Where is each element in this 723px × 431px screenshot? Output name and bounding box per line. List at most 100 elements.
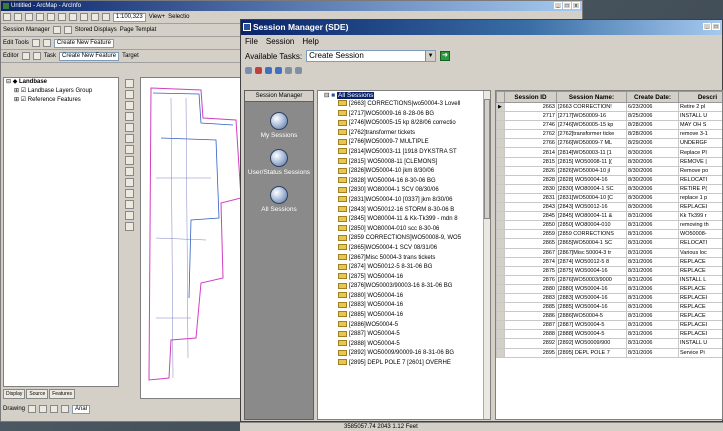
header-create-date[interactable]: Create Date: (626, 91, 679, 103)
stored-displays-menu[interactable]: Stored Displays (75, 27, 117, 33)
tree-scrollbar[interactable] (483, 91, 490, 419)
minimize-icon[interactable]: _ (703, 23, 711, 30)
share-session-icon[interactable] (275, 66, 282, 74)
tree-item[interactable]: [2885] WO50004-16 (318, 311, 490, 321)
tree-item[interactable]: [2826]WO50004-10 jkm 8/30/06 (318, 167, 490, 177)
cut-icon[interactable] (47, 13, 55, 21)
refresh-icon[interactable] (63, 26, 72, 34)
toc-item-reference-features[interactable]: ⊞ ☑ Reference Features (4, 96, 118, 105)
tree-item[interactable]: [2880] WO50004-16 (318, 292, 490, 302)
session-icon[interactable] (52, 26, 61, 34)
map-display[interactable] (140, 77, 245, 399)
full-extent-icon[interactable] (124, 134, 134, 143)
table-row[interactable]: 2843 [2843] WO50012-16 8/30/2006 REPLACEI (496, 202, 722, 213)
selection-menu[interactable]: Selectio (168, 14, 189, 20)
minimize-icon[interactable]: _ (554, 2, 562, 9)
table-row[interactable]: 2886 [2886]WO50004-5 8/31/2006 REPLACE (496, 311, 722, 322)
hyperlink-icon[interactable] (124, 222, 134, 231)
scroll-thumb[interactable] (484, 99, 490, 219)
font-dropdown[interactable]: Arial (72, 404, 91, 414)
create-feature-dropdown[interactable]: Create New Feature (53, 38, 114, 48)
tree-item[interactable]: [2762]transformer tickets (318, 129, 490, 139)
tree-item[interactable]: [2746]WO50005-15 kp 8/28/06 correctio (318, 119, 490, 129)
tree-item[interactable]: [2865]WO50004-1 SCV 08/31/06 (318, 244, 490, 254)
table-row[interactable]: 2876 [2876]WO50003/9000 8/31/2006 INSTALL L (496, 274, 722, 285)
tree-root[interactable]: ⊟ ■ All Sessions (318, 91, 490, 100)
table-row[interactable]: 2859 [2859 CORRECTIONS 8/31/2006 WO50008- (496, 229, 722, 240)
create-session-icon[interactable] (255, 66, 262, 74)
table-row[interactable]: 2830 [2830] WO80004-1 SC 8/30/2006 RETIRE P… (496, 183, 722, 194)
all-sessions-button[interactable]: All Sessions (245, 186, 313, 213)
tree-item[interactable]: [2815] WO50008-11 [CLEMONS] (318, 157, 490, 168)
table-row[interactable]: 2828 [2828] WO50004-16 8/30/2006 RELOCATI (496, 174, 722, 185)
session-tool-icon[interactable] (245, 66, 252, 74)
tree-item[interactable]: [2859 CORRECTIONS]WO50008-9, WO5 (318, 234, 490, 244)
back-extent-icon[interactable] (124, 145, 134, 154)
chevron-down-icon[interactable]: ▼ (425, 51, 436, 61)
toc-item-landbase[interactable]: ⊟ ◆ Landbase (4, 78, 118, 87)
new-icon[interactable] (3, 13, 11, 21)
toc-item-landbase-layers[interactable]: ⊞ ☑ Landbase Layers Group (4, 87, 118, 96)
table-row[interactable]: 2831 [2831]WO50004-10 [C 8/30/2006 replace … (496, 192, 722, 204)
tree-item[interactable]: [2875] WO50004-16 (318, 273, 490, 283)
measure-icon[interactable] (124, 211, 134, 220)
maximize-icon[interactable]: □ (563, 2, 571, 9)
menu-help[interactable]: Help (302, 35, 318, 48)
menu-file[interactable]: File (245, 35, 258, 48)
table-row[interactable]: 2885 [2885] WO50004-16 8/31/2006 REPLACE (496, 302, 722, 313)
open-session-icon[interactable] (265, 66, 272, 74)
page-template-menu[interactable]: Page Templat (120, 27, 157, 33)
table-row[interactable]: 2850 [2850] WO80004-010 8/31/2006 removing … (496, 220, 722, 231)
rectangle-icon[interactable] (50, 405, 59, 413)
tree-item[interactable]: [2843] WO50012-16 STORM 8-30-06 B (318, 205, 490, 216)
table-row[interactable]: 2867 [2867]Misc 50004-3 tr 8/31/2006 Variou… (496, 247, 722, 258)
tree-item[interactable]: [2830] WO80004-1 SCV 08/30/06 (318, 186, 490, 196)
tree-item[interactable]: [2887] WO50004-5 (318, 330, 490, 340)
rotate-icon[interactable] (39, 405, 48, 413)
select-elements-icon[interactable] (124, 178, 134, 187)
table-row[interactable]: 2826 [2826]WO50004-10 jl 8/30/2006 Remove p… (496, 165, 722, 176)
print-icon[interactable] (36, 13, 44, 21)
zoom-in-icon[interactable] (124, 79, 134, 88)
forward-extent-icon[interactable] (124, 156, 134, 165)
tree-item[interactable]: [2845] WO80004-11 & Kk-Tk399 - mdn 8 (318, 215, 490, 225)
table-row[interactable]: 2762 [2762]transformer ticke 8/28/2006 remo… (496, 129, 722, 140)
table-row[interactable]: 2892 [2892] WO50009/900 8/31/2006 INSTALL U (496, 338, 722, 349)
find-icon[interactable] (124, 200, 134, 209)
header-description[interactable]: Descri (678, 91, 722, 103)
fixed-zoom-out-icon[interactable] (124, 112, 134, 121)
table-row[interactable]: ▶ 2663 [2663 CORRECTION! 6/23/2006 Retire 2 … (496, 101, 722, 113)
table-row[interactable]: 2845 [2845] WO80004-11 & 8/31/2006 Kk Tk399… (496, 211, 722, 222)
table-row[interactable]: 2717 [2717]WO50009-16 8/25/2006 INSTALL U (496, 111, 722, 122)
user-status-sessions-button[interactable]: User/Status Sessions (245, 149, 313, 176)
sketch-icon[interactable] (42, 39, 51, 47)
table-row[interactable]: 2814 [2814]WO50003-11 [1 8/30/2006 Replace … (496, 147, 722, 158)
save-icon[interactable] (25, 13, 33, 21)
table-row[interactable]: 2887 [2887] WO50004-5 8/31/2006 REPLACEI (496, 320, 722, 331)
maximize-icon[interactable]: □ (712, 23, 720, 30)
tree-item[interactable]: [2886]WO50004-5 (318, 321, 490, 331)
text-icon[interactable] (61, 405, 70, 413)
tree-item[interactable]: [2828] WO50004-16 8-30-06 BG (318, 177, 490, 187)
tree-item[interactable]: [2867]Misc 50004-3 trans tickets (318, 253, 490, 264)
copy-icon[interactable] (58, 13, 66, 21)
go-arrow-icon[interactable]: ➜ (440, 51, 451, 61)
select-pointer-icon[interactable] (28, 405, 37, 413)
tree-item[interactable]: [2663] CORRECTIONS|wo50004-3 Lovell (318, 100, 490, 110)
tree-item[interactable]: [2876]WO50003/90003-16 8-31-06 BG (318, 282, 490, 292)
close-icon[interactable]: x (572, 2, 580, 9)
tree-item[interactable]: [2766]WO50009-7 MULTIPLE (318, 138, 490, 148)
open-icon[interactable] (14, 13, 22, 21)
table-row[interactable]: 2865 [2865]WO50004-1 SC 8/31/2006 RELOCATI (496, 238, 722, 249)
checkbox-icon[interactable]: ☑ (21, 88, 26, 94)
table-row[interactable]: 2888 [2888] WO50004-5 8/31/2006 REPLACEI (496, 329, 722, 340)
undo-icon[interactable] (91, 13, 99, 21)
identify-icon[interactable] (124, 189, 134, 198)
refresh-sessions-icon[interactable] (285, 66, 292, 74)
delete-icon[interactable] (80, 13, 88, 21)
select-features-icon[interactable] (124, 167, 134, 176)
editor-menu[interactable]: Editor (3, 53, 19, 59)
scale-dropdown[interactable]: 1:100,323 (113, 12, 146, 22)
tab-source[interactable]: Source (26, 389, 49, 399)
table-row[interactable]: 2766 [2766]WO50009-7 ML 8/29/2006 UNDERGF (496, 138, 722, 149)
